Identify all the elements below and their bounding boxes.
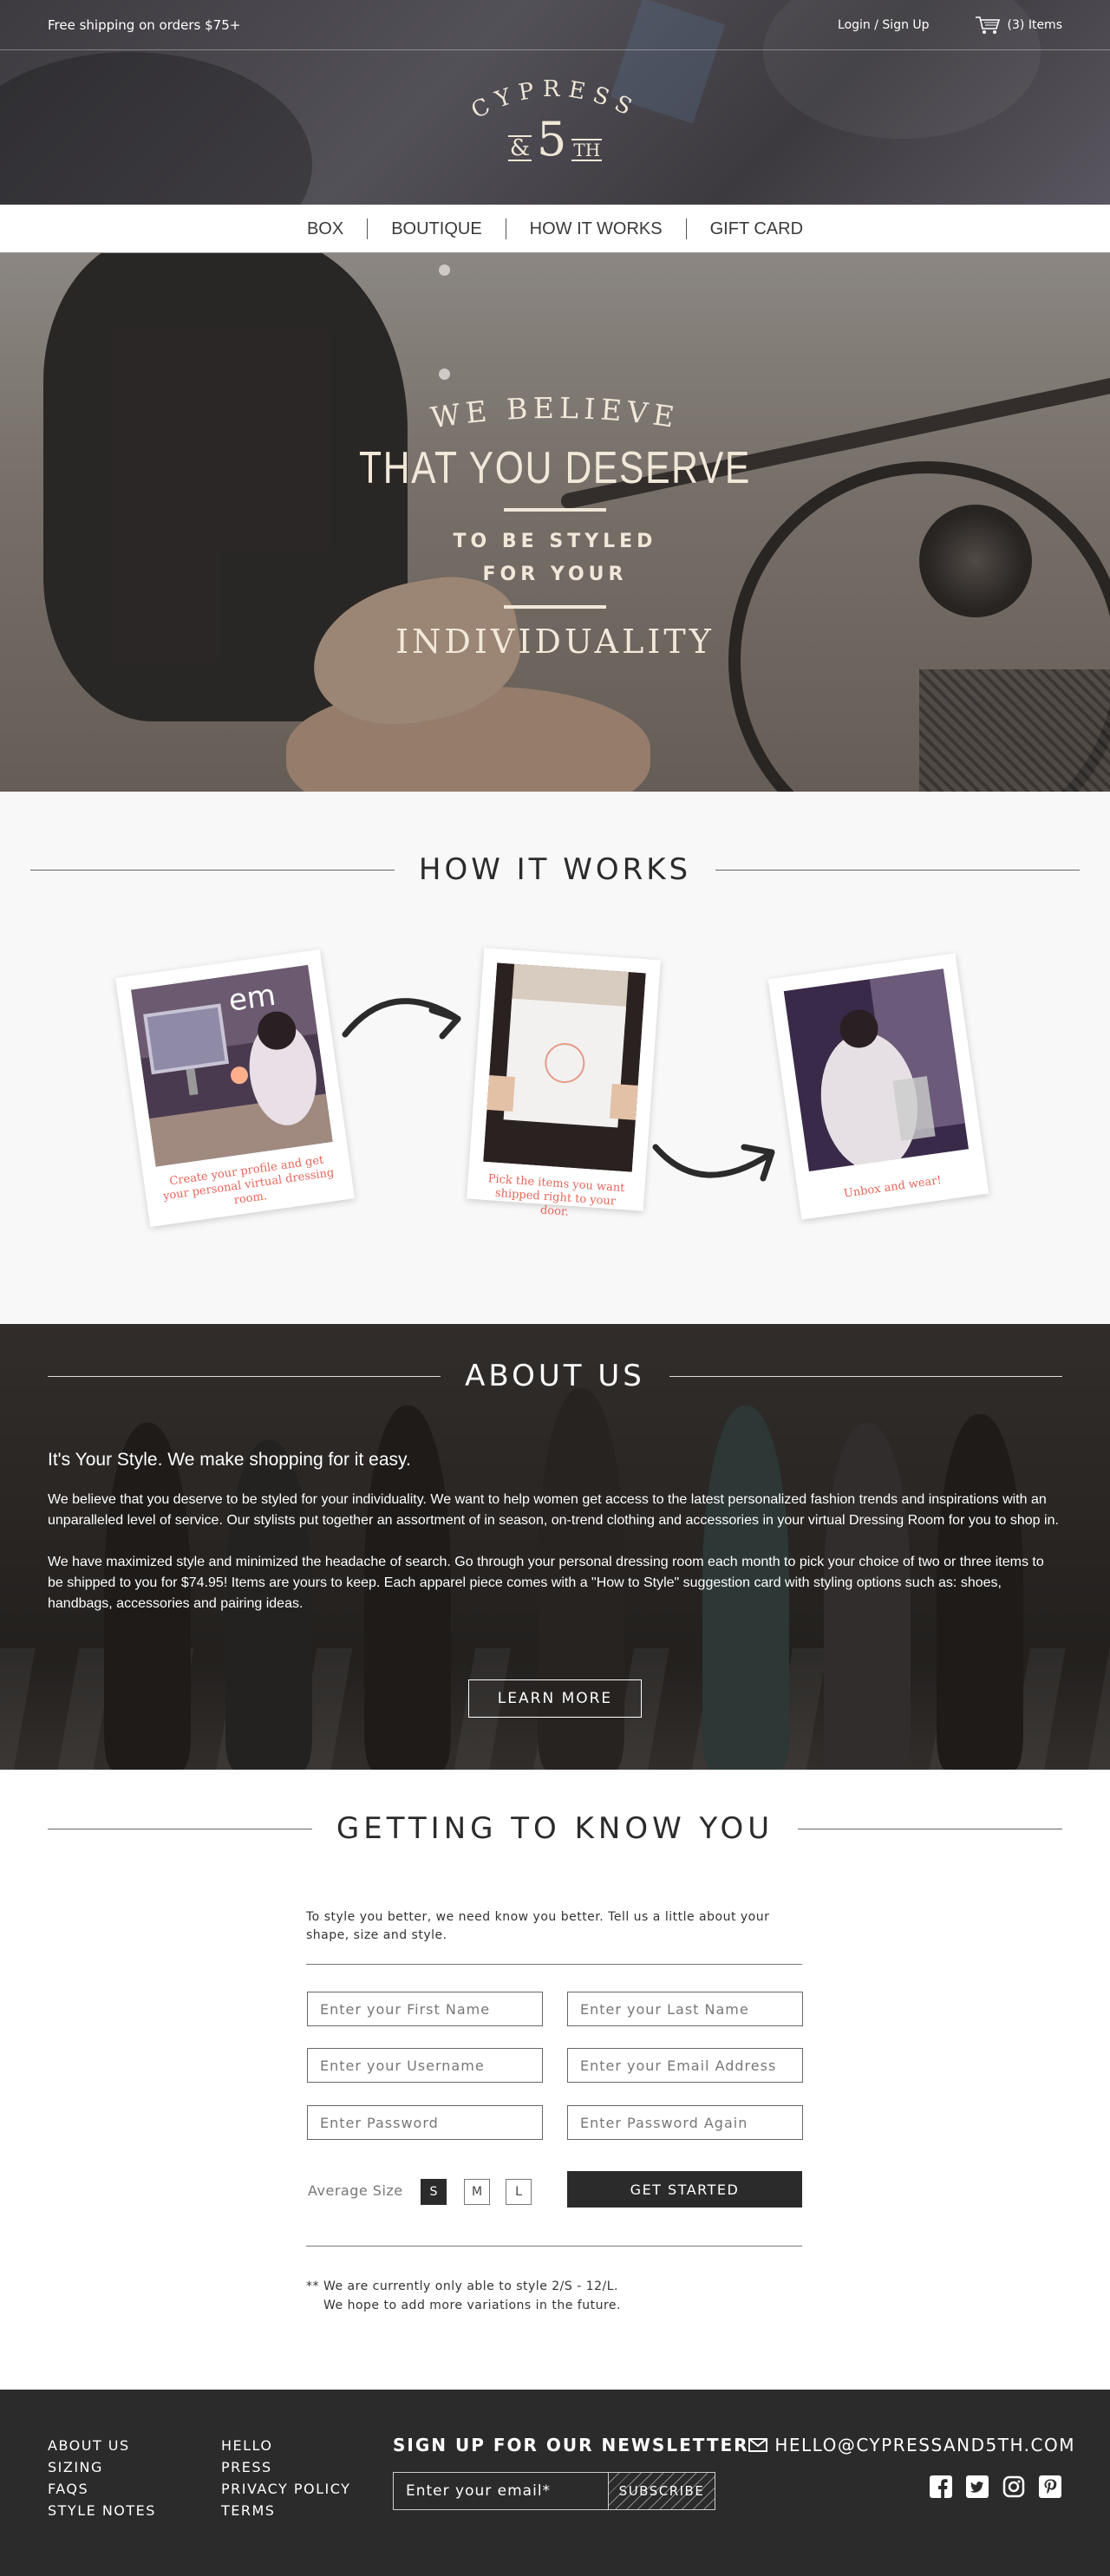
- size-note: ** We are currently only able to style 2…: [306, 2277, 621, 2315]
- nav-boutique[interactable]: BOUTIQUE: [368, 218, 506, 239]
- about-section: ABOUT US It's Your Style. We make shoppi…: [0, 1324, 1110, 1770]
- contact-email-link[interactable]: HELLO@CYPRESSAND5TH.COM: [748, 2435, 1075, 2455]
- nav-box[interactable]: BOX: [284, 218, 369, 239]
- footer-links-col1: ABOUT US SIZING FAQS STYLE NOTES: [48, 2435, 156, 2521]
- step-caption: Pick the items you want shipped right to…: [487, 1172, 625, 1219]
- cart-link[interactable]: (3) Items: [975, 16, 1062, 35]
- get-started-button[interactable]: GET STARTED: [567, 2171, 802, 2208]
- carousel-dot[interactable]: [439, 368, 450, 380]
- newsletter-title: SIGN UP FOR OUR NEWSLETTER: [393, 2435, 749, 2455]
- heading-rule: [48, 1375, 441, 1377]
- hero-line4: INDIVIDUALITY: [395, 623, 715, 661]
- nav-gift-card[interactable]: GIFT CARD: [687, 218, 826, 239]
- logo-mark: & 5 TH: [0, 112, 1110, 166]
- step-card-unbox: Unbox and wear!: [767, 953, 989, 1220]
- size-option-m[interactable]: M: [464, 2179, 490, 2205]
- pinterest-icon[interactable]: [1038, 2475, 1062, 2499]
- how-it-works-heading: HOW IT WORKS: [30, 852, 1080, 887]
- newsletter-form: SUBSCRIBE: [393, 2472, 715, 2510]
- footer-link-sizing[interactable]: SIZING: [48, 2456, 156, 2478]
- logo-ampersand: &: [507, 135, 532, 161]
- email-field[interactable]: [567, 2048, 803, 2083]
- hero-line2: THAT YOU DESERVE: [359, 443, 751, 493]
- svg-text:em: em: [226, 978, 278, 1019]
- hero-line3b: FOR YOUR: [482, 564, 628, 585]
- learn-more-button[interactable]: LEARN MORE: [468, 1679, 642, 1718]
- twitter-icon[interactable]: [965, 2475, 989, 2499]
- size-option-l[interactable]: L: [506, 2179, 532, 2205]
- about-paragraph: We have maximized style and minimized th…: [48, 1555, 1044, 1611]
- divider: [306, 2246, 802, 2247]
- about-heading: ABOUT US: [48, 1359, 1062, 1393]
- carousel-dot[interactable]: [439, 264, 450, 276]
- login-signup-link[interactable]: Login / Sign Up: [838, 18, 930, 32]
- footer-link-faqs[interactable]: FAQS: [48, 2478, 156, 2500]
- how-it-works-section: HOW IT WORKS em Create your profile and …: [0, 792, 1110, 1324]
- footer-link-terms[interactable]: TERMS: [221, 2500, 350, 2521]
- shipping-notice: Free shipping on orders $75+: [48, 16, 241, 33]
- section-title: HOW IT WORKS: [418, 852, 692, 887]
- hero-line1: WE BELIEVE: [428, 391, 682, 435]
- instagram-icon[interactable]: [1002, 2475, 1026, 2499]
- site-logo[interactable]: CYPRESS & 5 TH: [0, 80, 1110, 166]
- size-note-line: ** We are currently only able to style 2…: [306, 2279, 619, 2293]
- svg-text:WE BELIEVE: WE BELIEVE: [428, 391, 682, 435]
- arrow-right-icon: [342, 998, 461, 1040]
- signup-intro: To style you better, we need know you be…: [306, 1910, 770, 1942]
- social-links: [929, 2475, 1062, 2499]
- last-name-field[interactable]: [567, 1992, 803, 2026]
- average-size-label: Average Size: [308, 2182, 403, 2199]
- heading-rule: [669, 1375, 1062, 1377]
- hero-divider: [504, 508, 606, 512]
- about-headline: It's Your Style. We make shopping for it…: [48, 1450, 411, 1470]
- top-bar: Free shipping on orders $75+ Login / Sig…: [0, 0, 1110, 50]
- step-card-profile: em Create your profile and get your pers…: [114, 949, 356, 1228]
- size-note-line: We hope to add more variations in the fu…: [323, 2299, 621, 2312]
- footer-link-privacy[interactable]: PRIVACY POLICY: [221, 2478, 350, 2500]
- step-card-pick: Pick the items you want shipped right to…: [467, 948, 661, 1219]
- heading-rule: [30, 869, 395, 871]
- contact-email: HELLO@CYPRESSAND5TH.COM: [774, 2435, 1075, 2455]
- signup-section: GETTING TO KNOW YOU To style you better,…: [0, 1770, 1110, 2390]
- heading-rule: [715, 869, 1080, 871]
- signup-heading: GETTING TO KNOW YOU: [48, 1811, 1063, 1846]
- arrow-right-icon: [652, 1144, 775, 1182]
- section-title: ABOUT US: [465, 1359, 645, 1393]
- newsletter-email-input[interactable]: [394, 2473, 608, 2509]
- first-name-field[interactable]: [307, 1992, 543, 2026]
- footer-link-about[interactable]: ABOUT US: [48, 2435, 156, 2456]
- divider: [306, 1964, 802, 1965]
- password-confirm-field[interactable]: [567, 2105, 803, 2140]
- site-footer: ABOUT US SIZING FAQS STYLE NOTES HELLO P…: [0, 2390, 1110, 2576]
- hero-line3a: TO BE STYLED: [453, 531, 657, 552]
- footer-links-col2: HELLO PRESS PRIVACY POLICY TERMS: [221, 2435, 350, 2521]
- about-content: It's Your Style. We make shopping for it…: [48, 1450, 1062, 1635]
- step-photo-unbox: [783, 968, 970, 1172]
- main-nav: BOX BOUTIQUE HOW IT WORKS GIFT CARD: [0, 205, 1110, 253]
- hero-message: WE BELIEVE THAT YOU DESERVE TO BE STYLED…: [0, 383, 1110, 661]
- footer-link-hello[interactable]: HELLO: [221, 2435, 350, 2456]
- password-field[interactable]: [307, 2105, 543, 2140]
- cart-count: (3) Items: [1007, 17, 1062, 32]
- footer-link-style-notes[interactable]: STYLE NOTES: [48, 2500, 156, 2521]
- step-photo-computer: em: [131, 964, 333, 1167]
- footer-link-press[interactable]: PRESS: [221, 2456, 350, 2478]
- hero-banner: WE BELIEVE THAT YOU DESERVE TO BE STYLED…: [0, 253, 1110, 792]
- subscribe-button[interactable]: SUBSCRIBE: [608, 2473, 715, 2509]
- username-field[interactable]: [307, 2048, 543, 2083]
- logo-number: 5: [537, 112, 567, 166]
- about-paragraph: We believe that you deserve to be styled…: [48, 1492, 1059, 1528]
- section-title: GETTING TO KNOW YOU: [336, 1811, 774, 1846]
- step-photo-box: [483, 962, 646, 1172]
- size-option-s[interactable]: S: [421, 2179, 447, 2205]
- envelope-icon: [748, 2438, 768, 2452]
- hero-divider: [504, 605, 606, 609]
- site-header: Free shipping on orders $75+ Login / Sig…: [0, 0, 1110, 205]
- facebook-icon[interactable]: [929, 2475, 953, 2499]
- nav-how-it-works[interactable]: HOW IT WORKS: [506, 218, 687, 239]
- logo-suffix: TH: [571, 139, 603, 161]
- cart-icon: [975, 16, 1000, 34]
